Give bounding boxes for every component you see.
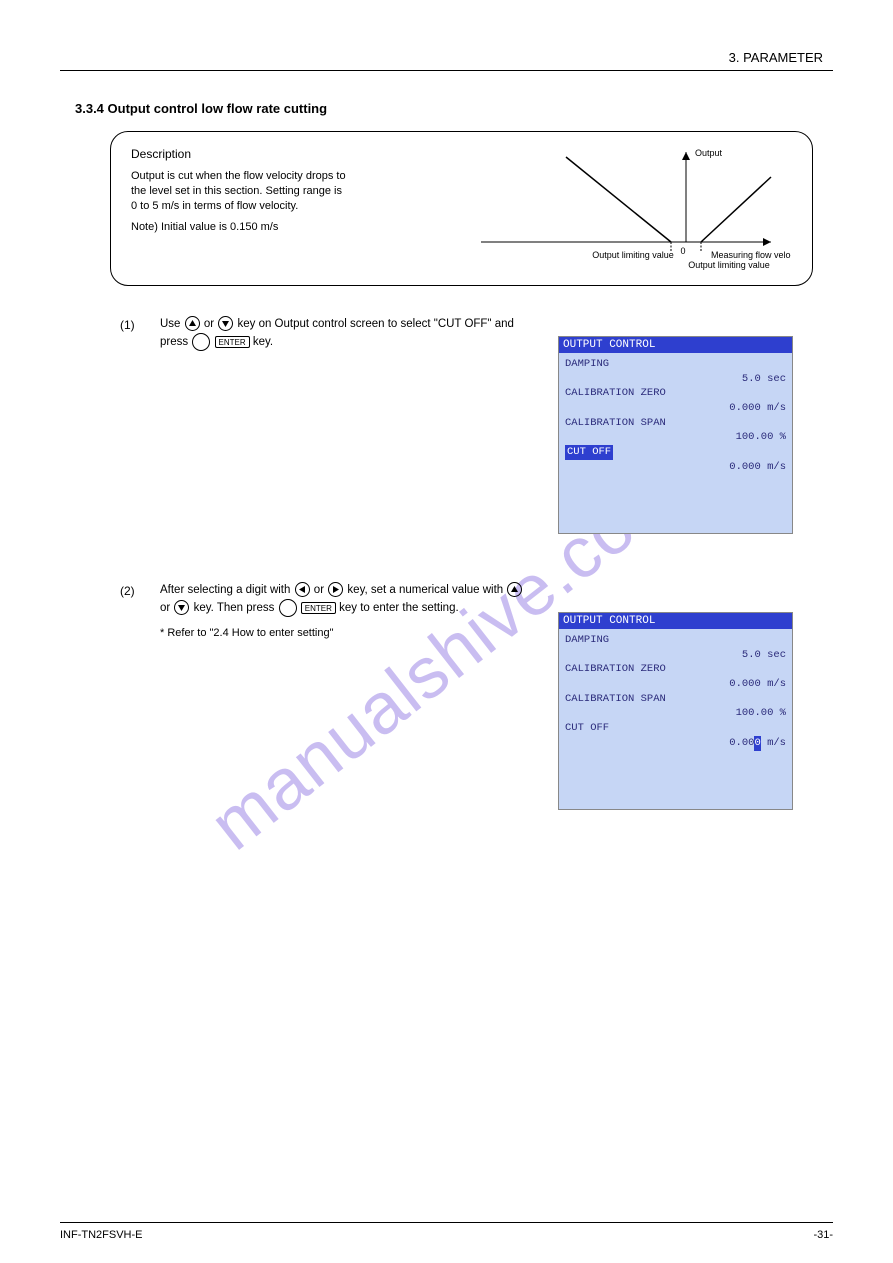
up-arrow-icon-2 [507, 582, 522, 597]
left-arrow-icon [295, 582, 310, 597]
chart-x-label: Measuring flow velocity [711, 250, 791, 260]
enter-label: ENTER [215, 336, 250, 348]
screen-output-control-2: OUTPUT CONTROL DAMPING 5.0 sec CALIBRATI… [558, 612, 793, 810]
screen2-cutoff-value: 0.000 m/s [729, 736, 786, 751]
screen1-title: OUTPUT CONTROL [559, 337, 792, 353]
desc-note: Note) Initial value is 0.150 m/s [131, 221, 278, 233]
screen2-body: DAMPING 5.0 sec CALIBRATION ZERO 0.000 m… [559, 629, 792, 809]
enter-key-icon [192, 333, 210, 351]
page-footer: INF-TN2FSVH-E -31- [60, 1222, 833, 1241]
footer-doc: INF-TN2FSVH-E [60, 1229, 143, 1241]
screen-output-control-1: OUTPUT CONTROL DAMPING 5.0 sec CALIBRATI… [558, 336, 793, 534]
chart-limit-right: Output limiting value [688, 260, 770, 270]
cutoff-chart: Output Measuring flow velocity 0 Output … [471, 142, 791, 272]
description-box: Description Output is cut when the flow … [110, 131, 813, 286]
down-arrow-icon [218, 316, 233, 331]
screen1-cutoff-selected: CUT OFF [565, 445, 613, 460]
up-arrow-icon [185, 316, 200, 331]
step-num-1: (1) [120, 316, 148, 352]
step-body-1: Use or key on Output control screen to s… [160, 316, 530, 352]
desc-line: Output is cut when the flow velocity dro… [131, 170, 346, 212]
step-body-2: After selecting a digit with or key, set… [160, 582, 530, 618]
chart-zero: 0 [680, 246, 685, 256]
screen1-body: DAMPING 5.0 sec CALIBRATION ZERO 0.000 m… [559, 353, 792, 533]
chart-y-label: Output [695, 148, 723, 158]
down-arrow-icon-2 [174, 600, 189, 615]
enter-label-2: ENTER [301, 602, 336, 614]
enter-key-icon-2 [279, 599, 297, 617]
page-content: 3. PARAMETER 3.3.4 Output control low fl… [0, 0, 893, 639]
header-rule [60, 70, 833, 71]
page: manualshive.com 3. PARAMETER 3.3.4 Outpu… [0, 0, 893, 1263]
step-num-2: (2) [120, 582, 148, 618]
description-text: Output is cut when the flow velocity dro… [131, 169, 431, 234]
section-title: 3.3.4 Output control low flow rate cutti… [75, 101, 833, 116]
chart-limit-left: Output limiting value [592, 250, 674, 260]
footer-page: -31- [813, 1229, 833, 1241]
screen2-title: OUTPUT CONTROL [559, 613, 792, 629]
right-arrow-icon [328, 582, 343, 597]
chapter-label: 3. PARAMETER [60, 50, 833, 65]
